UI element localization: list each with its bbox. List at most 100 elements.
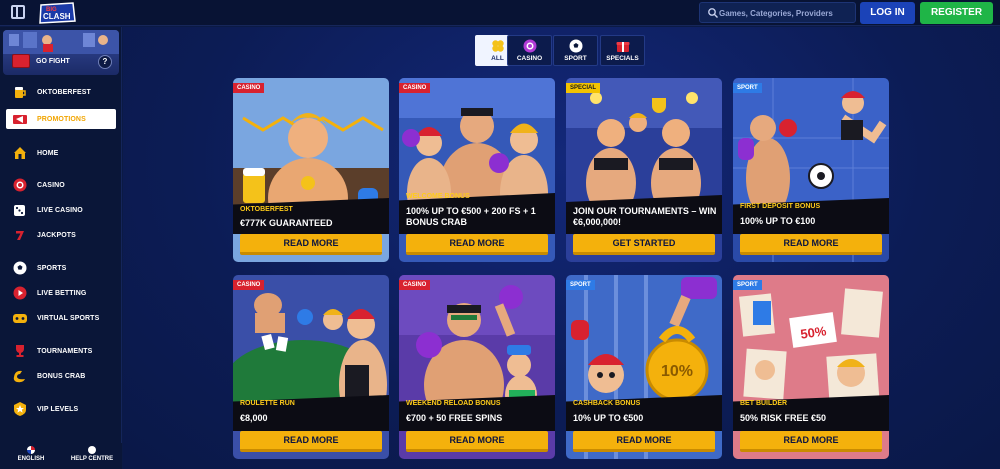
card-badge: SPORT [733,280,762,290]
card-badge: CASINO [233,83,265,93]
card-title: JOIN OUR TOURNAMENTS – WIN €6,000,000! [573,206,717,227]
beer-mug-icon [15,87,26,98]
help-centre-label: HELP CENTRE [70,456,114,462]
promo-card-roulette-run[interactable]: CASINO ROULETTE RUN €8,000 READ MORE [233,275,389,459]
casino-chip-icon [523,39,536,53]
clover-icon [491,40,504,52]
read-more-button[interactable]: READ MORE [240,431,382,452]
sidebar-item-label: HOME [37,149,59,157]
language-selector[interactable]: ENGLISH [6,446,56,462]
read-more-button[interactable]: READ MORE [573,431,715,452]
card-subtitle: ROULETTE RUN [240,400,295,407]
treasure-chest-icon [12,54,30,68]
go-fight-label: GO FIGHT [36,58,70,65]
sidebar-item-label: OKTOBERFEST [37,88,91,96]
card-title: 50% RISK FREE €50 [740,413,827,423]
promo-card-welcome-bonus[interactable]: CASINO WELCOME BONUS 100% UP TO €500 + 2… [399,78,555,262]
go-fight-art [3,30,119,54]
read-more-button[interactable]: READ MORE [240,234,382,255]
sidebar-footer: ENGLISH HELP CENTRE [0,443,122,469]
help-centre-link[interactable]: HELP CENTRE [67,446,117,462]
card-subtitle: BET BUILDER [740,400,788,407]
card-subtitle: WEEKEND RELOAD BONUS [406,400,501,407]
search-icon [708,8,718,18]
sidebar-item-label: PROMOTIONS [37,115,86,123]
sidebar-item-sports[interactable]: SPORTS [6,258,116,278]
card-badge: SPORT [733,83,762,93]
card-badge: CASINO [233,280,265,290]
search-box[interactable] [699,2,856,23]
login-button[interactable]: LOG IN [860,2,915,24]
sidebar-item-jackpots[interactable]: JACKPOTS [6,225,116,245]
search-input[interactable] [719,6,853,20]
sidebar-item-vip-levels[interactable]: VIP LEVELS [6,399,116,419]
read-more-button[interactable]: READ MORE [406,431,548,452]
jackpot-seven-icon [13,229,27,241]
dice-icon [14,205,25,216]
tab-sport[interactable]: SPORT [553,35,598,66]
gift-icon [616,42,629,52]
card-badge: CASINO [399,280,431,290]
promo-card-cashback-bonus[interactable]: 10% SPORT CASHBACK BONUS 10% UP TO €500 … [566,275,722,459]
go-fight-banner[interactable]: GO FIGHT ? [3,30,119,75]
promo-card-first-deposit-bonus[interactable]: SPORT FIRST DEPOSIT BONUS 100% UP TO €10… [733,78,889,262]
promo-card-bet-builder[interactable]: 50% SPORT BET BUILDER 50% RISK FREE €50 … [733,275,889,459]
top-bar: BIG CLASH LOG IN REGISTER [0,0,1000,26]
vip-shield-icon [14,402,26,416]
tab-label: SPECIALS [606,55,639,62]
tab-label: SPORT [564,55,587,62]
crab-claw-icon [13,370,25,383]
read-more-button[interactable]: READ MORE [740,431,882,452]
card-title: €777K GUARANTEED [240,218,333,228]
tab-label: CASINO [516,55,543,62]
card-title: €700 + 50 FREE SPINS [406,413,503,423]
promo-card-oktoberfest[interactable]: CASINO OKTOBERFEST €777K GUARANTEED READ… [233,78,389,262]
sidebar-item-bonus-crab[interactable]: BONUS CRAB [6,366,116,386]
svg-text:CLASH: CLASH [43,12,71,21]
help-icon [88,446,96,454]
card-title: 100% UP TO €500 + 200 FS + 1 BONUS CRAB [406,206,536,227]
promo-card-tournaments[interactable]: SPECIAL JOIN OUR TOURNAMENTS – WIN €6,00… [566,78,722,262]
sidebar-toggle-icon[interactable] [11,5,25,19]
soccer-ball-icon [13,261,27,275]
sidebar-item-label: JACKPOTS [37,231,76,239]
card-badge: SPECIAL [566,83,601,93]
read-more-button[interactable]: READ MORE [406,234,548,255]
promo-card-weekend-reload-bonus[interactable]: CASINO WEEKEND RELOAD BONUS €700 + 50 FR… [399,275,555,459]
card-title: 100% UP TO €100 [740,216,816,226]
sidebar-item-label: CASINO [37,181,65,189]
card-badge: SPORT [566,280,595,290]
read-more-button[interactable]: READ MORE [740,234,882,255]
tab-specials[interactable]: SPECIALS [600,35,645,66]
sidebar-item-live-casino[interactable]: LIVE CASINO [6,200,116,220]
home-icon [14,147,26,159]
sidebar-item-home[interactable]: HOME [6,143,116,163]
card-subtitle: FIRST DEPOSIT BONUS [740,203,821,210]
big-clash-logo[interactable]: BIG CLASH [37,1,77,25]
tab-casino[interactable]: CASINO [507,35,552,66]
get-started-button[interactable]: GET STARTED [573,234,715,255]
card-badge: CASINO [399,83,431,93]
sidebar-item-oktoberfest[interactable]: OKTOBERFEST [6,82,116,102]
go-fight-help-button[interactable]: ? [98,55,112,69]
soccer-ball-icon [569,39,582,53]
promotions-main: ALL CASINO SPORT SPECIALS CASINO OKTOBER… [123,27,1000,469]
language-label: ENGLISH [17,456,45,462]
casino-chip-icon [13,178,27,192]
uk-flag-icon [27,446,35,454]
live-play-icon [13,286,27,300]
sidebar-item-virtual-sports[interactable]: VIRTUAL SPORTS [6,308,116,328]
sidebar-item-label: SPORTS [37,264,67,272]
sidebar-item-live-betting[interactable]: LIVE BETTING [6,283,116,303]
card-subtitle: WELCOME BONUS [406,193,470,200]
sidebar-item-label: VIP LEVELS [37,405,79,413]
virtual-sports-icon [13,314,27,323]
card-subtitle: CASHBACK BONUS [573,400,641,407]
sidebar-item-label: LIVE BETTING [37,289,87,297]
register-button[interactable]: REGISTER [920,2,993,24]
sidebar-item-casino[interactable]: CASINO [6,175,116,195]
sidebar-item-promotions[interactable]: PROMOTIONS [6,109,116,129]
sidebar-item-label: BONUS CRAB [37,372,86,380]
sidebar-item-tournaments[interactable]: TOURNAMENTS [6,341,116,361]
trophy-icon [16,345,24,357]
